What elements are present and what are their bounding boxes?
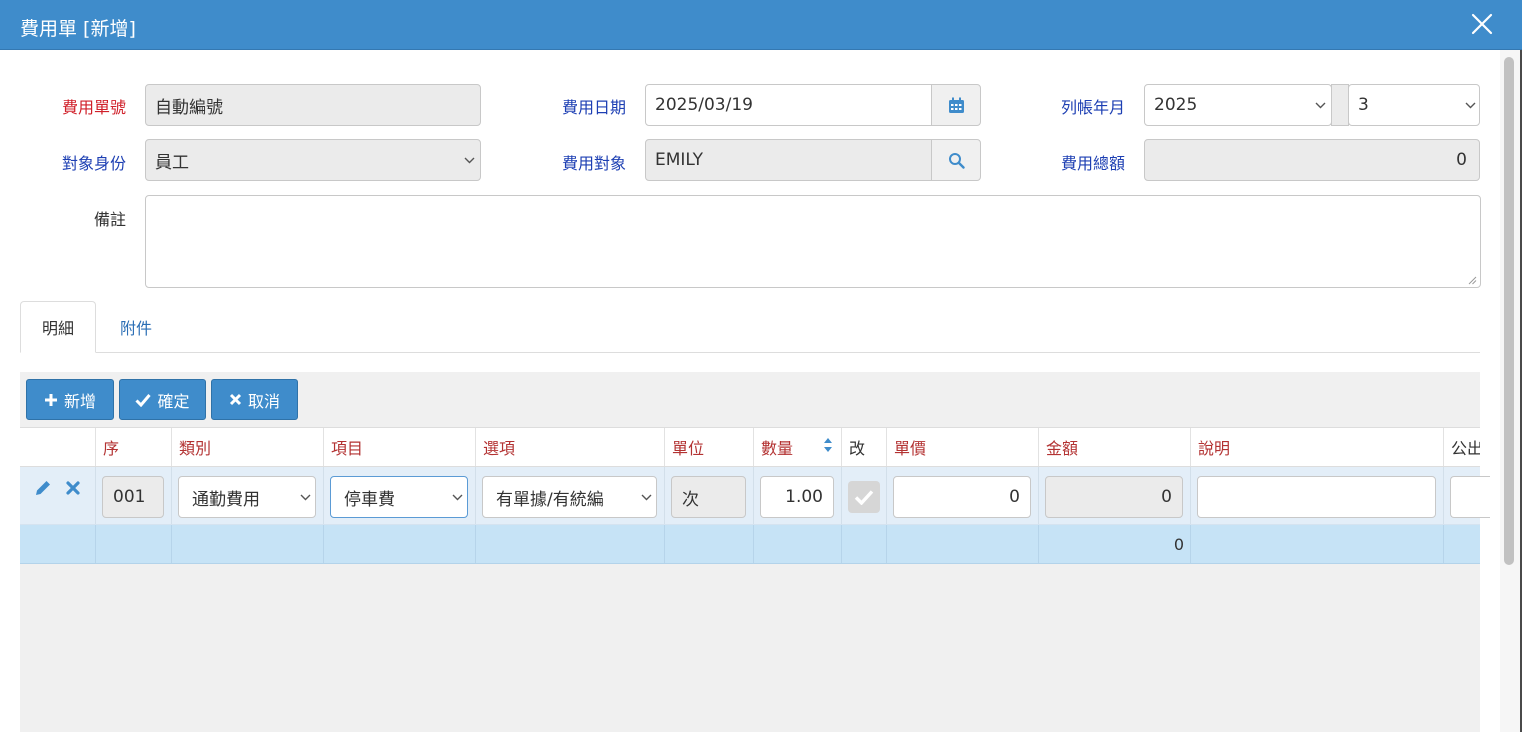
business-trip-input[interactable] [1450, 476, 1490, 518]
col-category[interactable]: 類別 [171, 428, 323, 466]
cancel-button-label: 取消 [247, 391, 280, 411]
total-field: 0 [1144, 139, 1480, 181]
add-button[interactable]: 新增 [26, 379, 114, 420]
chevron-down-icon [464, 157, 475, 164]
note-label: 備註 [93, 210, 126, 229]
scrollbar-thumb[interactable] [1504, 57, 1514, 565]
target-type-label: 對象身份 [61, 154, 126, 173]
chevron-down-icon [1315, 102, 1326, 109]
target-search-button[interactable] [931, 139, 981, 181]
col-amount[interactable]: 金額 [1038, 428, 1190, 466]
tab-underline [20, 352, 1480, 353]
table-row: 001 通勤費用 停車費 有單據/有統編 次 1.00 0 0 [20, 467, 1490, 525]
sort-icon[interactable] [823, 437, 833, 453]
desc-input[interactable] [1197, 476, 1436, 518]
col-item[interactable]: 項目 [323, 428, 475, 466]
col-desc[interactable]: 說明 [1190, 428, 1443, 466]
col-price[interactable]: 單價 [886, 428, 1038, 466]
target-field: EMILY [645, 139, 933, 181]
calendar-button[interactable] [931, 84, 981, 126]
edit-icon[interactable] [34, 479, 52, 497]
close-icon [229, 393, 242, 406]
check-icon [854, 490, 874, 505]
item-select[interactable]: 停車費 [330, 476, 468, 518]
date-input[interactable]: 2025/03/19 [645, 84, 933, 126]
total-amount: 0 [1173, 534, 1184, 554]
col-modified[interactable]: 改 [841, 428, 886, 466]
col-seq[interactable]: 序 [95, 428, 171, 466]
option-select[interactable]: 有單據/有統編 [482, 476, 657, 518]
period-month-select[interactable]: 3 [1348, 84, 1480, 126]
col-qty-label: 數量 [761, 439, 794, 458]
resize-handle-icon[interactable] [1468, 276, 1477, 285]
chevron-down-icon [452, 494, 463, 501]
doc-no-label: 費用單號 [61, 98, 126, 117]
period-year-select[interactable]: 2025 [1144, 84, 1332, 126]
chevron-down-icon [641, 494, 652, 501]
amount-field: 0 [1045, 476, 1183, 518]
check-icon [135, 393, 152, 407]
qty-input[interactable]: 1.00 [760, 476, 834, 518]
table-header: 序 類別 項目 選項 單位 數量 改 單價 金額 說明 公出 [20, 427, 1480, 467]
price-input[interactable]: 0 [893, 476, 1031, 518]
period-label: 列帳年月 [1060, 98, 1125, 117]
confirm-button-label: 確定 [157, 391, 190, 411]
cancel-button[interactable]: 取消 [211, 379, 298, 420]
target-label: 費用對象 [561, 154, 626, 173]
doc-no-field: 自動編號 [145, 84, 481, 126]
plus-icon [44, 393, 57, 406]
col-qty[interactable]: 數量 [753, 428, 841, 466]
col-business-trip[interactable]: 公出 [1443, 428, 1480, 466]
chevron-down-icon [1465, 102, 1476, 109]
calendar-icon [948, 97, 964, 113]
total-label: 費用總額 [1060, 154, 1125, 173]
delete-icon[interactable] [66, 481, 80, 495]
add-button-label: 新增 [63, 391, 96, 411]
totals-row: 0 [20, 525, 1480, 564]
unit-field: 次 [671, 476, 746, 518]
category-value: 通勤費用 [192, 489, 260, 510]
tab-details[interactable]: 明細 [20, 301, 96, 353]
tab-attachments[interactable]: 附件 [100, 301, 172, 353]
period-year-value: 2025 [1154, 95, 1198, 115]
target-type-select[interactable]: 員工 [145, 139, 481, 181]
dialog-titlebar: 費用單 [新增] [0, 0, 1522, 50]
period-month-value: 3 [1358, 95, 1369, 115]
category-select[interactable]: 通勤費用 [178, 476, 316, 518]
note-textarea[interactable] [145, 195, 1481, 288]
target-type-value: 員工 [155, 152, 189, 173]
period-separator [1331, 84, 1349, 126]
close-icon[interactable] [1469, 11, 1495, 37]
dialog-title: 費用單 [新增] [20, 18, 136, 40]
col-unit[interactable]: 單位 [664, 428, 753, 466]
search-icon [948, 152, 965, 169]
confirm-button[interactable]: 確定 [119, 379, 206, 420]
col-option[interactable]: 選項 [475, 428, 664, 466]
item-value: 停車費 [344, 489, 395, 510]
option-value: 有單據/有統編 [496, 489, 604, 510]
seq-field: 001 [102, 476, 164, 518]
date-label: 費用日期 [561, 98, 626, 117]
chevron-down-icon [300, 494, 311, 501]
modified-checkbox[interactable] [848, 481, 880, 513]
